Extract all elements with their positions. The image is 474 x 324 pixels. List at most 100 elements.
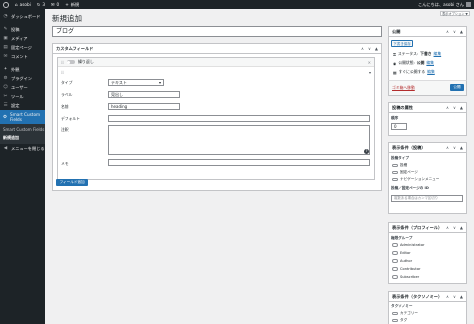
menu-plugins[interactable]: ⚙ プラグイン <box>0 74 45 83</box>
toggle-switch <box>392 243 398 247</box>
default-label: デフォルト <box>61 116 80 121</box>
role-author[interactable]: Author <box>392 259 412 263</box>
menu-posts[interactable]: ✎ 投稿 <box>0 25 45 34</box>
taxonomy-category[interactable]: カテゴリー <box>392 311 418 316</box>
posts-icon: ✎ <box>3 27 8 32</box>
key-icon: ⚿ <box>393 51 396 57</box>
dp-up-icon[interactable]: ∧ <box>446 145 449 150</box>
dp-toggle-icon[interactable]: ▲ <box>460 145 463 150</box>
menu-tools[interactable]: ✂ ツール <box>0 92 45 101</box>
comments-icon: ✉ <box>3 54 8 59</box>
order-input[interactable]: 0 <box>391 123 407 130</box>
status-edit-link[interactable]: 編集 <box>434 51 442 57</box>
remove-group-icon[interactable]: ✕ <box>368 60 371 65</box>
name-label: 名前 <box>61 104 69 109</box>
schedule-edit-link[interactable]: 編集 <box>427 69 435 75</box>
notes-textarea[interactable] <box>108 125 370 155</box>
status-line: ⚿ ステータス: 下書き 編集 <box>393 51 442 57</box>
trash-link[interactable]: ゴミ箱へ移動 <box>392 85 415 91</box>
attr-down-icon[interactable]: ∨ <box>453 105 456 110</box>
visibility-edit-link[interactable]: 編集 <box>426 60 434 66</box>
comments-link[interactable]: ✉ 0 <box>51 2 59 7</box>
publish-down-icon[interactable]: ∨ <box>453 29 456 34</box>
settings-icon: ☰ <box>3 103 8 108</box>
publish-header: 公開 ∧ ∨ ▲ <box>389 27 466 37</box>
pr-up-icon[interactable]: ∧ <box>446 225 449 230</box>
admin-bar: ⌂ asobi ↻ 3 ✉ 0 + 新規 こんにちは、asobi さん <box>0 0 474 9</box>
schedule-line: ▦ すぐに公開する 編集 <box>393 69 435 75</box>
post-type-page[interactable]: 固定ページ <box>392 170 418 175</box>
taxonomy-label: タクソノミー <box>391 304 413 308</box>
save-draft-button[interactable]: 下書き保存 <box>391 40 413 47</box>
site-name-link[interactable]: ⌂ asobi <box>15 2 31 7</box>
pr-toggle-icon[interactable]: ▲ <box>460 225 463 230</box>
menu-appearance[interactable]: ✦ 外観 <box>0 65 45 74</box>
menu-comments[interactable]: ✉ コメント <box>0 52 45 61</box>
toggle-icon[interactable]: ▲ <box>375 46 378 51</box>
submenu-smart-custom-fields[interactable]: Smart Custom Fields <box>0 126 45 134</box>
menu-dashboard[interactable]: ◔ ダッシュボード <box>0 12 45 21</box>
role-administrator[interactable]: Administrator <box>392 243 425 247</box>
label-label: ラベル <box>61 92 73 97</box>
dp-down-icon[interactable]: ∨ <box>453 145 456 150</box>
post-ids-input[interactable]: 複数ある場合はカンマ区切り <box>391 195 463 202</box>
admin-sidebar: ◔ ダッシュボード ✎ 投稿 ▣ メディア ▤ 固定ページ ✉ コメント ✦ 外観 ⚙ プラグ… <box>0 9 45 324</box>
add-field-button[interactable]: フィールド追加 <box>56 179 88 186</box>
wordpress-logo-icon[interactable] <box>3 1 9 8</box>
attr-up-icon[interactable]: ∧ <box>446 105 449 110</box>
toggle-switch <box>392 275 398 279</box>
toggle-switch <box>392 170 398 175</box>
submenu-add-new[interactable]: 新規追加 <box>0 134 45 142</box>
menu-users[interactable]: ☺ ユーザー <box>0 83 45 92</box>
menu-media[interactable]: ▣ メディア <box>0 34 45 43</box>
attr-toggle-icon[interactable]: ▲ <box>460 105 463 110</box>
toggle-switch <box>392 251 398 255</box>
move-down-icon[interactable]: ∨ <box>368 46 371 51</box>
publish-button[interactable]: 公開 <box>450 84 464 91</box>
label-input[interactable]: 見出し <box>108 91 180 98</box>
new-content-link[interactable]: + 新規 <box>65 2 79 8</box>
toggle-switch <box>392 177 398 182</box>
menu-smart-custom-fields[interactable]: ⚙ Smart Custom Fields <box>0 110 45 124</box>
tx-down-icon[interactable]: ∨ <box>453 294 456 299</box>
comment-icon: ✉ <box>51 2 55 7</box>
pr-down-icon[interactable]: ∨ <box>453 225 456 230</box>
tx-toggle-icon[interactable]: ▲ <box>460 294 463 299</box>
post-types-label: 投稿タイプ <box>391 156 409 160</box>
publish-toggle-icon[interactable]: ▲ <box>460 29 463 34</box>
role-contributor[interactable]: Contributor <box>392 267 421 271</box>
collapse-menu-button[interactable]: ◀ メニューを閉じる <box>0 144 45 153</box>
avatar <box>466 2 471 7</box>
role-subscriber[interactable]: Subscriber <box>392 275 419 279</box>
move-up-icon[interactable]: ∧ <box>361 46 364 51</box>
field-menu-icon[interactable]: ▾ <box>369 70 371 75</box>
drag-field-icon[interactable]: ⠿ <box>61 70 64 75</box>
plus-icon: + <box>65 2 69 7</box>
screen-options-button[interactable]: 表示オプション ▼ <box>440 11 470 16</box>
display-taxonomy-header: 表示条件（タクソノミー） ∧ ∨ ▲ <box>389 292 466 302</box>
post-type-post[interactable]: 投稿 <box>392 163 407 168</box>
repeat-toggle[interactable] <box>66 60 75 64</box>
taxonomy-tag[interactable]: タグ <box>392 318 407 323</box>
post-type-nav-menu[interactable]: ナビゲーションメニュー <box>392 177 439 182</box>
role-editor[interactable]: Editor <box>392 251 411 255</box>
default-input[interactable] <box>108 115 370 122</box>
help-icon[interactable]: ? <box>364 149 369 154</box>
notes-label: 注釈 <box>61 127 69 132</box>
toggle-switch <box>392 163 398 168</box>
drag-handle-icon[interactable]: ⠿ <box>61 60 64 65</box>
account-menu[interactable]: こんにちは、asobi さん <box>418 2 471 8</box>
tools-icon: ✂ <box>3 94 8 99</box>
type-select[interactable]: テキスト ▾ <box>108 79 164 86</box>
menu-pages[interactable]: ▤ 固定ページ <box>0 43 45 52</box>
menu-settings[interactable]: ☰ 設定 <box>0 101 45 110</box>
visibility-line: ◉ 公開状態: 公開 編集 <box>393 60 434 66</box>
post-title-input[interactable]: ブログ <box>52 26 382 37</box>
updates-link[interactable]: ↻ 3 <box>37 2 45 7</box>
tx-up-icon[interactable]: ∧ <box>446 294 449 299</box>
name-input[interactable]: heading <box>108 103 180 110</box>
pages-icon: ▤ <box>3 45 8 50</box>
instruction-input[interactable] <box>108 159 370 166</box>
attributes-header: 投稿の属性 ∧ ∨ ▲ <box>389 103 466 113</box>
publish-up-icon[interactable]: ∧ <box>446 29 449 34</box>
